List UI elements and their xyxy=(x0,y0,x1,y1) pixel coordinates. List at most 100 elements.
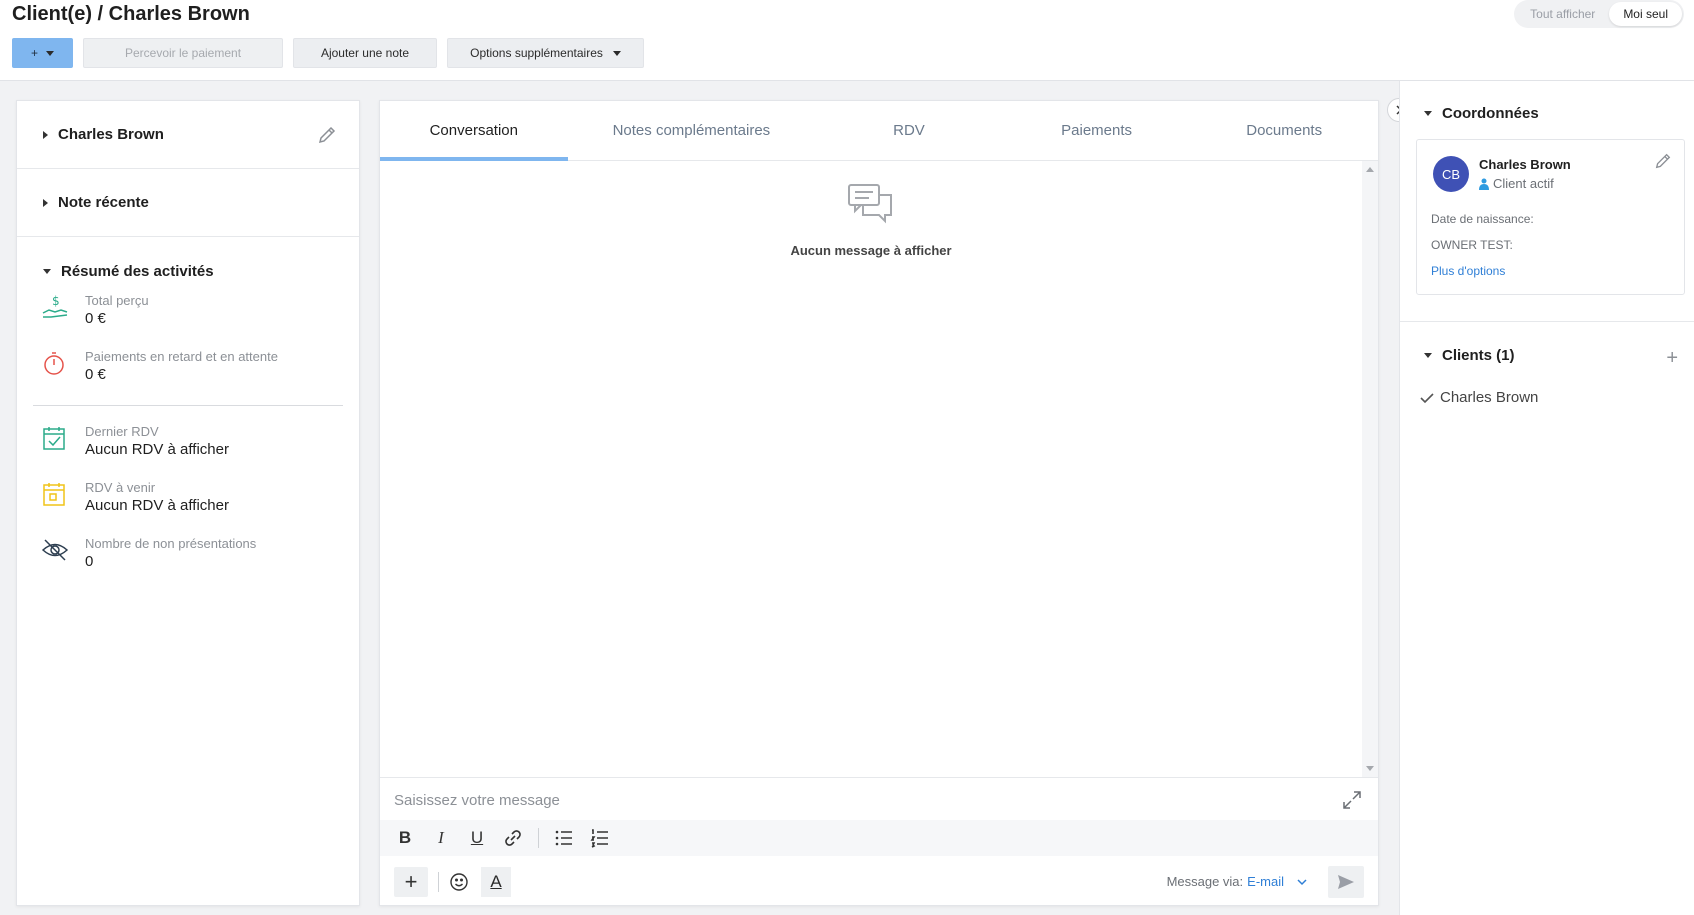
expand-icon[interactable] xyxy=(1342,790,1362,810)
contact-info-title: Coordonnées xyxy=(1442,105,1539,122)
recent-note-title: Note récente xyxy=(58,194,149,211)
caret-down-icon xyxy=(1424,111,1432,116)
tab-bar: Conversation Notes complémentaires RDV P… xyxy=(380,101,1378,161)
left-panel: Charles Brown Note récente Résumé des ac… xyxy=(16,100,360,906)
tab-additional-notes-label: Notes complémentaires xyxy=(612,121,771,139)
attach-plus-button[interactable]: + xyxy=(394,867,428,897)
stat-value: 0 xyxy=(85,553,94,570)
birth-date-field: Date de naissance: xyxy=(1431,212,1534,226)
stat-upcoming-appointment: RDV à venir Aucun RDV à afficher xyxy=(17,478,359,534)
stat-value: 0 € xyxy=(85,310,106,327)
format-toolbar: B I U xyxy=(380,820,1378,856)
toolbar-separator xyxy=(438,872,439,892)
stat-label: Dernier RDV xyxy=(85,424,159,439)
tab-additional-notes[interactable]: Notes complémentaires xyxy=(568,101,816,160)
link-icon[interactable] xyxy=(502,827,524,849)
send-button[interactable] xyxy=(1328,866,1364,898)
view-toggle: Tout afficher Moi seul xyxy=(1514,0,1684,28)
client-name: Charles Brown xyxy=(58,126,164,143)
message-input[interactable] xyxy=(394,792,1294,809)
emoji-icon[interactable] xyxy=(449,872,469,892)
chat-bubbles-icon xyxy=(848,184,892,224)
calendar-upcoming-icon xyxy=(43,483,65,506)
pencil-icon[interactable] xyxy=(1654,152,1672,170)
add-dropdown-button[interactable]: + xyxy=(12,38,73,68)
scrollbar[interactable] xyxy=(1362,161,1378,777)
contact-status: Client actif xyxy=(1479,176,1554,191)
scroll-up-icon[interactable] xyxy=(1366,167,1374,172)
recent-note-section[interactable]: Note récente xyxy=(17,169,359,237)
caret-down-icon xyxy=(1424,353,1432,358)
message-list: Aucun message à afficher xyxy=(380,161,1362,777)
channel-value[interactable]: E-mail xyxy=(1247,874,1284,889)
calendar-check-icon xyxy=(43,427,65,450)
check-icon xyxy=(1420,392,1434,403)
contact-info-header[interactable]: Coordonnées xyxy=(1424,105,1539,122)
only-me-toggle[interactable]: Moi seul xyxy=(1609,2,1682,26)
caret-right-icon xyxy=(43,130,48,139)
money-hand-icon: $ xyxy=(42,294,68,318)
contact-status-label: Client actif xyxy=(1493,176,1554,191)
scroll-down-icon[interactable] xyxy=(1366,766,1374,771)
message-channel-selector[interactable]: Message via: E-mail xyxy=(1167,874,1308,889)
clients-title: Clients (1) xyxy=(1442,347,1515,364)
stat-value: Aucun RDV à afficher xyxy=(85,441,229,458)
contact-card: CB Charles Brown Client actif Date de na… xyxy=(1416,139,1685,295)
stat-label: Paiements en retard et en attente xyxy=(85,349,278,364)
owner-field: OWNER TEST: xyxy=(1431,238,1513,252)
more-options-link[interactable]: Plus d'options xyxy=(1431,264,1505,278)
add-client-button[interactable]: + xyxy=(1666,347,1678,370)
person-icon xyxy=(1479,178,1489,190)
stat-value: 0 € xyxy=(85,366,106,383)
add-button-label: + xyxy=(30,46,38,60)
pencil-icon[interactable] xyxy=(317,125,337,145)
tab-conversation[interactable]: Conversation xyxy=(380,101,568,161)
toolbar: + Percevoir le paiement Ajouter une note… xyxy=(12,38,644,68)
message-composer: B I U + A Messag xyxy=(380,777,1378,907)
stat-last-appointment: Dernier RDV Aucun RDV à afficher xyxy=(17,422,359,478)
eye-slash-icon xyxy=(41,539,69,561)
more-options-button[interactable]: Options supplémentaires xyxy=(447,38,644,68)
contact-name: Charles Brown xyxy=(1479,157,1571,172)
show-all-toggle[interactable]: Tout afficher xyxy=(1516,2,1609,26)
via-label: Message via: xyxy=(1166,874,1244,889)
chevron-down-icon[interactable] xyxy=(1296,876,1308,888)
composer-bottom-bar: + A Message via: E-mail xyxy=(380,858,1378,906)
svg-text:$: $ xyxy=(52,294,60,308)
divider xyxy=(33,405,343,406)
tab-appointments[interactable]: RDV xyxy=(815,101,1003,160)
italic-button[interactable]: I xyxy=(430,827,452,849)
tab-documents[interactable]: Documents xyxy=(1190,101,1378,160)
toolbar-separator xyxy=(538,828,539,848)
text-color-button[interactable]: A xyxy=(481,867,511,897)
empty-state-text: Aucun message à afficher xyxy=(790,243,952,258)
right-panel: Coordonnées CB Charles Brown Client acti… xyxy=(1399,81,1694,915)
client-list-item[interactable]: Charles Brown xyxy=(1420,389,1538,406)
stat-label: Nombre de non présentations xyxy=(85,536,257,551)
activity-summary-title: Résumé des activités xyxy=(61,262,214,280)
client-name-section[interactable]: Charles Brown xyxy=(17,101,359,169)
collect-payment-button[interactable]: Percevoir le paiement xyxy=(83,38,283,68)
bullet-list-icon[interactable] xyxy=(553,827,575,849)
bold-button[interactable]: B xyxy=(394,827,416,849)
caret-right-icon xyxy=(43,198,48,207)
tab-payments[interactable]: Paiements xyxy=(1003,101,1191,160)
stat-late-payments: Paiements en retard et en attente 0 € xyxy=(17,347,359,403)
stat-total-collected: $ Total perçu 0 € xyxy=(17,291,359,347)
caret-down-icon xyxy=(43,268,51,274)
divider xyxy=(1400,321,1694,322)
avatar: CB xyxy=(1433,156,1469,192)
send-icon xyxy=(1338,875,1354,889)
numbered-list-icon[interactable] xyxy=(589,827,611,849)
stat-label: RDV à venir xyxy=(85,480,156,495)
stat-no-shows: Nombre de non présentations 0 xyxy=(17,534,359,590)
stat-value: Aucun RDV à afficher xyxy=(85,497,229,514)
underline-button[interactable]: U xyxy=(466,827,488,849)
top-bar: Client(e) / Charles Brown Tout afficher … xyxy=(0,0,1694,81)
clients-header[interactable]: Clients (1) xyxy=(1424,347,1515,364)
stat-label: Total perçu xyxy=(85,293,149,308)
add-note-button[interactable]: Ajouter une note xyxy=(293,38,437,68)
stopwatch-icon xyxy=(44,352,64,375)
more-options-label: Options supplémentaires xyxy=(470,46,603,60)
caret-down-icon xyxy=(46,50,54,56)
